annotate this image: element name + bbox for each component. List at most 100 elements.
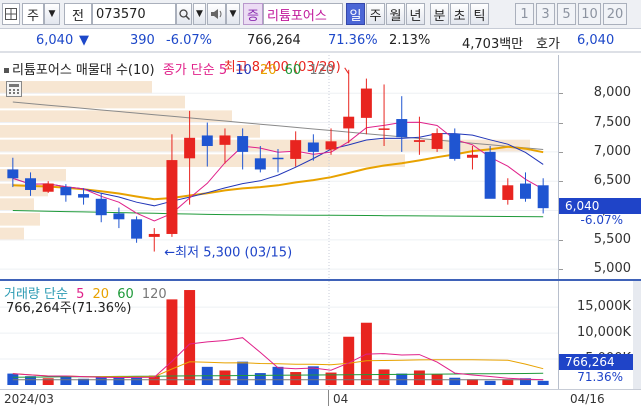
sound-dropdown-chevron-down-icon[interactable]: ▼ bbox=[226, 3, 240, 25]
price-chart-canvas[interactable]: 최고 8,400 (03/29)←최저 5,300 (03/15) bbox=[0, 55, 558, 281]
volume-profile-bar bbox=[0, 198, 34, 211]
minute-button-1[interactable]: 3 bbox=[536, 3, 555, 25]
candle-body bbox=[184, 137, 196, 159]
minute-button-0[interactable]: 1 bbox=[515, 3, 534, 25]
price-tick-label: 5,000 bbox=[593, 261, 631, 277]
search-icon[interactable] bbox=[176, 3, 192, 25]
stock-name-field[interactable]: 리튬포어스 bbox=[263, 3, 343, 25]
volume-bar bbox=[237, 361, 249, 385]
price-tick-mark bbox=[559, 269, 563, 271]
trade-value: 4,703백만 bbox=[462, 37, 524, 52]
candle-body bbox=[42, 183, 54, 192]
chart-grid-icon[interactable] bbox=[2, 3, 20, 25]
candle-body bbox=[325, 141, 337, 150]
minute-button-2[interactable]: 5 bbox=[557, 3, 576, 25]
volume-chart-panel[interactable]: 거래량 단순 5 20 60 120 766,264주(71.36%) 15,0… bbox=[0, 281, 641, 389]
volume-bar bbox=[307, 366, 319, 385]
current-volume-tag: 766,264 bbox=[559, 354, 641, 370]
vma120-legend: 120 bbox=[141, 287, 167, 302]
price-tick-mark bbox=[559, 151, 563, 153]
high-marker-arrow bbox=[344, 67, 350, 75]
period-button-3[interactable]: 년 bbox=[406, 3, 425, 25]
candle-body bbox=[131, 219, 143, 239]
margin-badge: 증 bbox=[243, 3, 263, 25]
volume-bar bbox=[484, 380, 496, 385]
candle-body bbox=[360, 88, 372, 118]
price-tick-label: 5,500 bbox=[593, 231, 631, 247]
price-tick-label: 6,500 bbox=[593, 173, 631, 189]
volume-profile-bar bbox=[0, 154, 405, 167]
candle-body bbox=[25, 178, 36, 190]
minute-button-3[interactable]: 10 bbox=[578, 3, 601, 25]
volume-bar bbox=[396, 373, 408, 385]
toolbar: 주 ▼ 전 073570 ▼ ▼ 증 리튬포어스 일 주 월 년 분 초 틱 1 3 5 10 20 bbox=[0, 0, 641, 29]
volume-bar bbox=[95, 377, 107, 385]
price-tick-label: 7,000 bbox=[593, 143, 631, 159]
period-button-5[interactable]: 초 bbox=[450, 3, 469, 25]
candle-body bbox=[78, 194, 90, 198]
price-legend: 리튬포어스 매물대 수(10) 종가 단순 5 10 20 60 120 bbox=[4, 59, 338, 78]
candle-body bbox=[201, 135, 213, 147]
price-change-pct: -6.07% bbox=[166, 33, 212, 48]
vertical-scrollbar[interactable] bbox=[633, 281, 641, 389]
current-price-tag: 6,040 bbox=[559, 198, 641, 214]
volume-profile-bar bbox=[0, 81, 152, 94]
candle-body bbox=[290, 140, 302, 159]
code-dropdown-chevron-down-icon[interactable]: ▼ bbox=[193, 3, 206, 25]
candle-body bbox=[484, 151, 496, 199]
current-volume-ratio-tag: 71.36% bbox=[577, 370, 623, 384]
candle-body bbox=[113, 213, 125, 220]
code-prefix-label: 주 bbox=[22, 3, 44, 25]
ma60-line bbox=[12, 210, 544, 218]
volume-bar bbox=[378, 369, 390, 385]
candle-body bbox=[166, 160, 178, 234]
volume-bar bbox=[131, 377, 143, 385]
candle-body bbox=[431, 133, 443, 149]
candle-body bbox=[148, 233, 160, 237]
bid-price: 6,040 bbox=[577, 33, 615, 48]
current-change-tag: -6.07% bbox=[580, 213, 623, 227]
volume-bar bbox=[60, 376, 72, 385]
minute-button-4[interactable]: 20 bbox=[603, 3, 627, 25]
price-tick-mark bbox=[559, 181, 563, 183]
date-end-label: 04/16 bbox=[570, 392, 605, 406]
price-change: 390 bbox=[130, 33, 155, 48]
ma60-legend: 60 bbox=[284, 63, 302, 78]
price-tick-label: 7,500 bbox=[593, 114, 631, 130]
calculator-icon[interactable] bbox=[6, 81, 22, 97]
volume-bar bbox=[42, 378, 54, 385]
low-label: ←최저 5,300 (03/15) bbox=[164, 246, 292, 261]
volume-bar bbox=[7, 373, 19, 385]
period-button-1[interactable]: 주 bbox=[366, 3, 385, 25]
candle-body bbox=[254, 158, 266, 170]
speaker-icon[interactable] bbox=[207, 3, 226, 25]
month-separator bbox=[328, 390, 329, 406]
candle-body bbox=[60, 187, 72, 196]
volume-bar bbox=[113, 377, 125, 385]
period-button-2[interactable]: 월 bbox=[386, 3, 405, 25]
volume-bar bbox=[537, 380, 549, 385]
stock-code-input[interactable]: 073570 bbox=[92, 3, 176, 25]
volume-bar bbox=[184, 290, 196, 385]
prefix-dropdown-chevron-down-icon[interactable]: ▼ bbox=[44, 3, 60, 25]
candle-body bbox=[7, 169, 19, 179]
candle-body bbox=[466, 154, 478, 158]
volume-bar bbox=[166, 299, 178, 385]
volume-profile-bar bbox=[0, 227, 24, 241]
candle-body bbox=[378, 128, 390, 130]
period-button-0[interactable]: 일 bbox=[346, 3, 365, 25]
volume-bar bbox=[290, 372, 302, 385]
candle-body bbox=[396, 119, 408, 138]
price-axis: 8,0007,5007,0006,5006,0005,5005,000 bbox=[558, 55, 641, 279]
volume-profile-bar bbox=[0, 110, 232, 124]
candle-body bbox=[307, 142, 319, 152]
candle-body bbox=[237, 136, 249, 152]
price-tick-mark bbox=[559, 93, 563, 95]
period-button-4[interactable]: 분 bbox=[430, 3, 449, 25]
candle-body bbox=[537, 185, 549, 209]
period-button-6[interactable]: 틱 bbox=[470, 3, 489, 25]
date-start-label: 2024/03 bbox=[4, 392, 54, 406]
candle-body bbox=[343, 116, 355, 129]
candle-body bbox=[95, 198, 107, 216]
price-chart-panel[interactable]: 최고 8,400 (03/29) ←최저 5,300 (03/15) 리튬포어스 … bbox=[0, 55, 641, 281]
